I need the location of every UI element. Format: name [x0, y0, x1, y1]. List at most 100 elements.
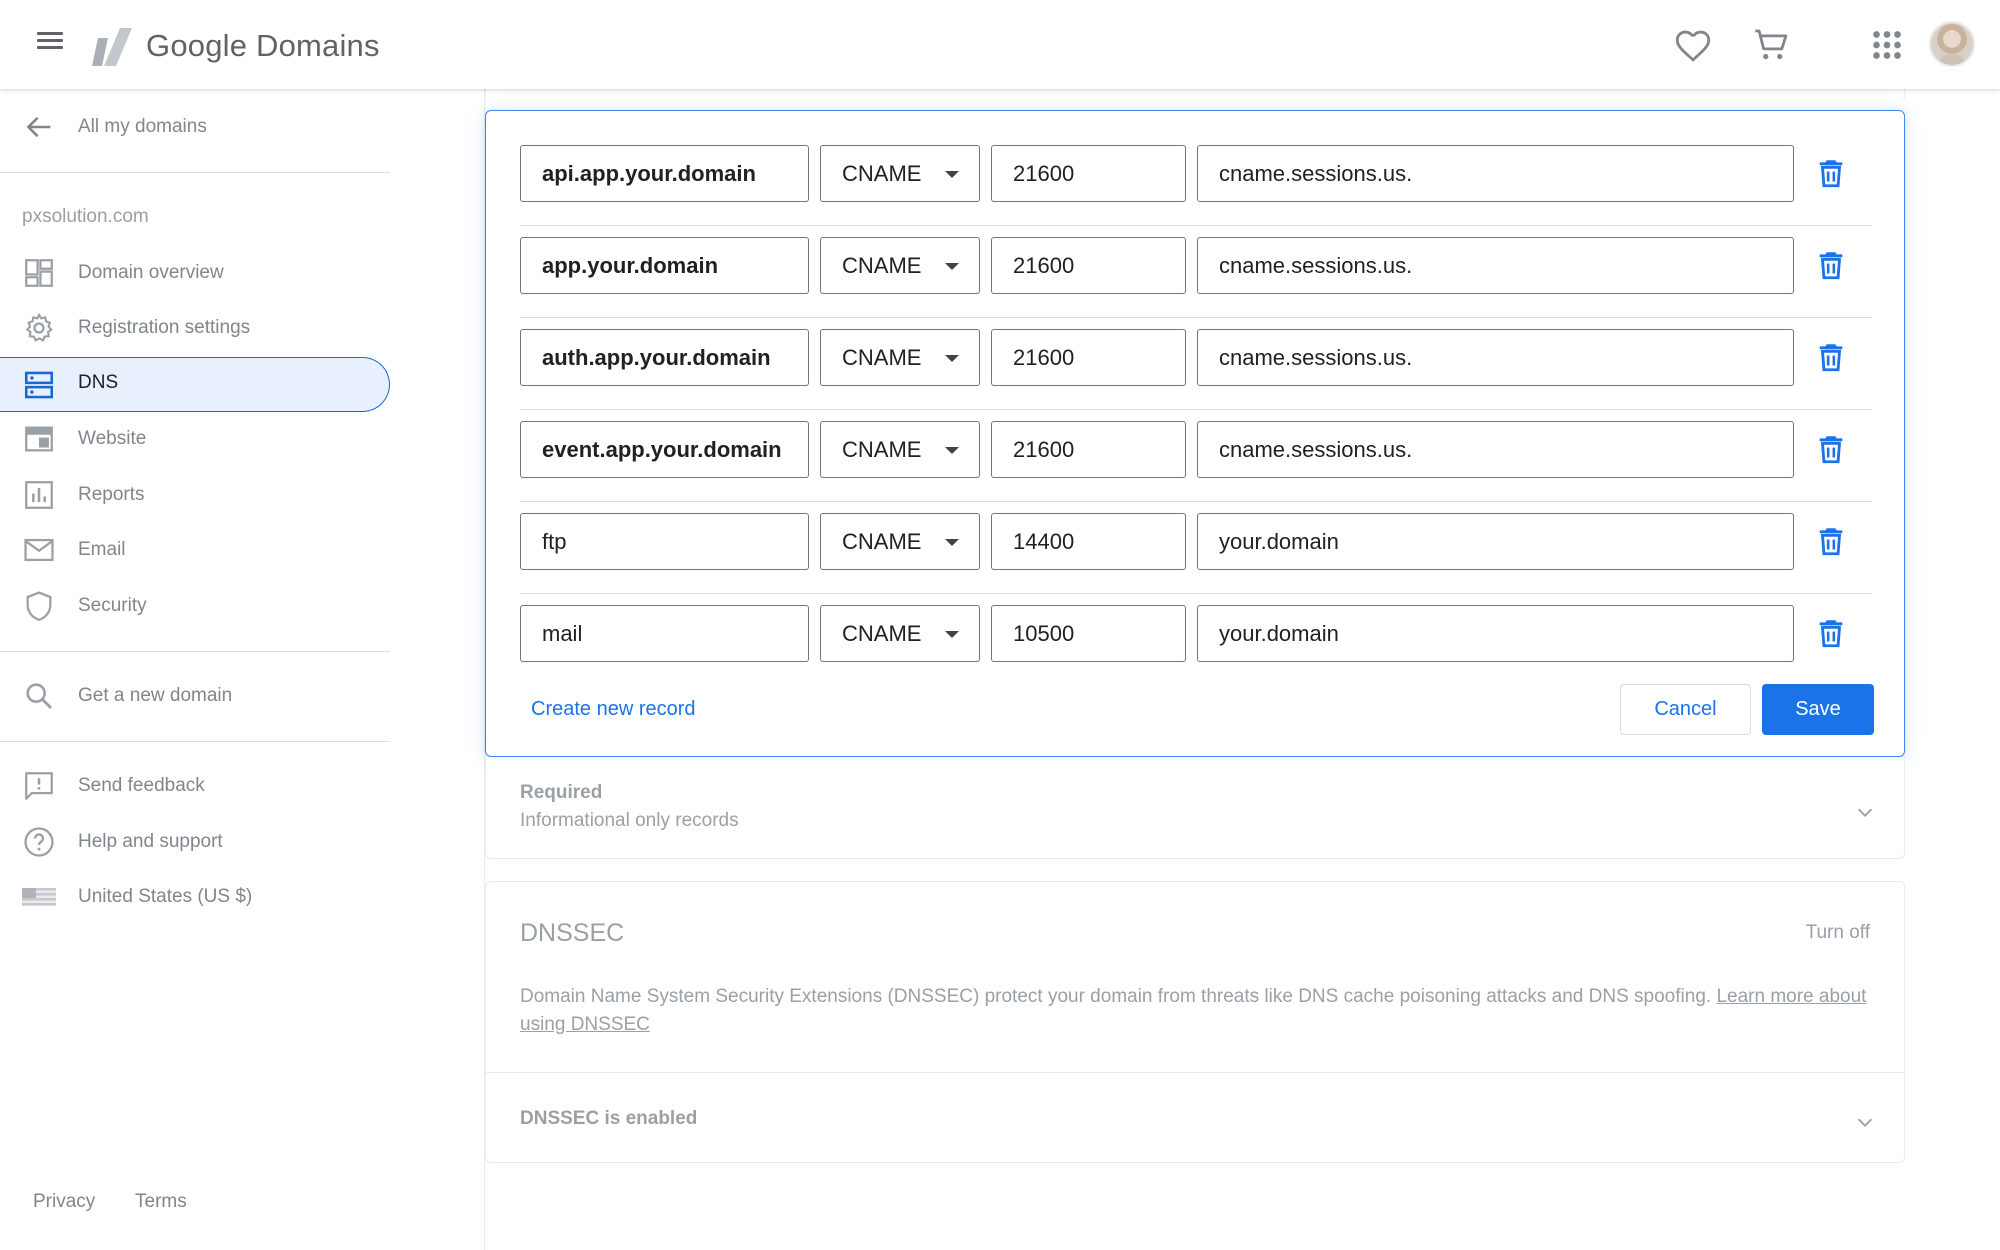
- back-label: All my domains: [78, 116, 207, 137]
- row-divider: [520, 593, 1872, 594]
- row-divider: [520, 501, 1872, 502]
- record-type-select[interactable]: CNAME: [820, 237, 980, 294]
- sidebar: All my domains pxsolution.com Domain ove…: [0, 89, 390, 1250]
- sidebar-item-reports[interactable]: Reports: [0, 468, 390, 522]
- record-name-field[interactable]: app.your.domain: [520, 237, 809, 294]
- record-ttl-field[interactable]: 14400: [991, 513, 1186, 570]
- help-icon: [24, 827, 54, 857]
- required-records-section[interactable]: Required Informational only records: [485, 757, 1905, 859]
- record-type-select[interactable]: CNAME: [820, 421, 980, 478]
- back-to-all-domains[interactable]: All my domains: [0, 100, 390, 154]
- dns-record-editor: api.app.your.domain CNAME 21600 cname.se…: [485, 110, 1905, 757]
- sidebar-item-dns[interactable]: DNS: [0, 357, 390, 412]
- trash-icon[interactable]: [1814, 340, 1848, 374]
- required-subtitle: Informational only records: [520, 810, 739, 831]
- cart-icon[interactable]: [1750, 24, 1792, 66]
- record-ttl-field[interactable]: 21600: [991, 237, 1186, 294]
- apps-grid-icon[interactable]: [1866, 24, 1908, 66]
- trash-icon[interactable]: [1814, 616, 1848, 650]
- record-ttl-field[interactable]: 10500: [991, 605, 1186, 662]
- divider: [486, 1072, 1904, 1073]
- trash-icon[interactable]: [1814, 248, 1848, 282]
- record-type-value: CNAME: [842, 436, 922, 462]
- cancel-button[interactable]: Cancel: [1620, 684, 1751, 735]
- sidebar-item-security[interactable]: Security: [0, 579, 390, 633]
- sidebar-item-label: Registration settings: [78, 317, 251, 338]
- record-type-value: CNAME: [842, 528, 922, 554]
- region-selector[interactable]: United States (US $): [0, 870, 390, 924]
- terms-link[interactable]: Terms: [135, 1191, 187, 1213]
- record-data-field[interactable]: cname.sessions.us.: [1197, 237, 1794, 294]
- record-ttl-field[interactable]: 21600: [991, 421, 1186, 478]
- app-title[interactable]: Google Domains: [146, 28, 380, 64]
- dropdown-arrow-icon: [945, 631, 959, 638]
- record-name-field[interactable]: auth.app.your.domain: [520, 329, 809, 386]
- row-divider: [520, 409, 1872, 410]
- sidebar-item-label: Domain overview: [78, 262, 224, 283]
- sidebar-item-domain-overview[interactable]: Domain overview: [0, 246, 390, 300]
- dnssec-description-text: Domain Name System Security Extensions (…: [520, 986, 1712, 1007]
- record-type-value: CNAME: [842, 620, 922, 646]
- record-data-field[interactable]: cname.sessions.us.: [1197, 145, 1794, 202]
- record-data-field[interactable]: your.domain: [1197, 605, 1794, 662]
- gear-icon: [25, 312, 53, 342]
- privacy-link[interactable]: Privacy: [33, 1191, 95, 1213]
- top-app-bar: Google Domains: [0, 0, 2000, 89]
- sidebar-item-email[interactable]: Email: [0, 523, 390, 577]
- get-new-domain-link[interactable]: Get a new domain: [0, 669, 390, 723]
- get-new-domain-label: Get a new domain: [78, 685, 233, 706]
- save-button[interactable]: Save: [1762, 684, 1874, 735]
- record-type-value: CNAME: [842, 160, 922, 186]
- us-flag-icon: [22, 888, 56, 906]
- dropdown-arrow-icon: [945, 263, 959, 270]
- sidebar-item-label: Reports: [78, 484, 145, 505]
- send-feedback-label: Send feedback: [78, 775, 205, 796]
- row-divider: [520, 317, 1872, 318]
- row-divider: [520, 225, 1872, 226]
- dnssec-section: DNSSEC Turn off Domain Name System Secur…: [485, 881, 1905, 1163]
- record-data-field[interactable]: cname.sessions.us.: [1197, 329, 1794, 386]
- mail-icon: [24, 538, 54, 562]
- create-new-record-link[interactable]: Create new record: [531, 698, 696, 721]
- shield-icon: [26, 591, 52, 621]
- sidebar-item-registration-settings[interactable]: Registration settings: [0, 301, 390, 355]
- record-name-field[interactable]: api.app.your.domain: [520, 145, 809, 202]
- dnssec-title: DNSSEC: [520, 919, 625, 947]
- hamburger-menu-icon[interactable]: [30, 28, 70, 62]
- record-data-field[interactable]: cname.sessions.us.: [1197, 421, 1794, 478]
- record-name-field[interactable]: event.app.your.domain: [520, 421, 809, 478]
- trash-icon[interactable]: [1814, 524, 1848, 558]
- record-type-select[interactable]: CNAME: [820, 145, 980, 202]
- record-type-value: CNAME: [842, 252, 922, 278]
- dropdown-arrow-icon: [945, 447, 959, 454]
- search-icon: [26, 683, 53, 710]
- chevron-down-icon[interactable]: [1854, 1111, 1876, 1133]
- chevron-down-icon[interactable]: [1854, 801, 1876, 823]
- record-ttl-field[interactable]: 21600: [991, 145, 1186, 202]
- arrow-back-icon: [26, 116, 51, 138]
- turn-off-link[interactable]: Turn off: [1806, 922, 1870, 944]
- record-type-select[interactable]: CNAME: [820, 329, 980, 386]
- sidebar-item-label: DNS: [78, 372, 119, 393]
- help-support-link[interactable]: Help and support: [0, 815, 390, 869]
- sidebar-item-label: Website: [78, 428, 147, 449]
- record-name-field[interactable]: ftp: [520, 513, 809, 570]
- website-icon: [25, 426, 53, 452]
- trash-icon[interactable]: [1814, 156, 1848, 190]
- heart-icon[interactable]: [1672, 24, 1714, 66]
- help-support-label: Help and support: [78, 831, 223, 852]
- sidebar-item-label: Email: [78, 539, 126, 560]
- sidebar-item-website[interactable]: Website: [0, 412, 390, 466]
- record-data-field[interactable]: your.domain: [1197, 513, 1794, 570]
- trash-icon[interactable]: [1814, 432, 1848, 466]
- dashboard-icon: [25, 259, 53, 287]
- send-feedback-link[interactable]: Send feedback: [0, 759, 390, 813]
- record-ttl-field[interactable]: 21600: [991, 329, 1186, 386]
- record-type-select[interactable]: CNAME: [820, 605, 980, 662]
- dns-icon: [24, 371, 54, 399]
- record-type-select[interactable]: CNAME: [820, 513, 980, 570]
- required-title: Required: [520, 782, 603, 803]
- record-name-field[interactable]: mail: [520, 605, 809, 662]
- card-edge: [485, 89, 1905, 99]
- avatar[interactable]: [1929, 21, 1975, 67]
